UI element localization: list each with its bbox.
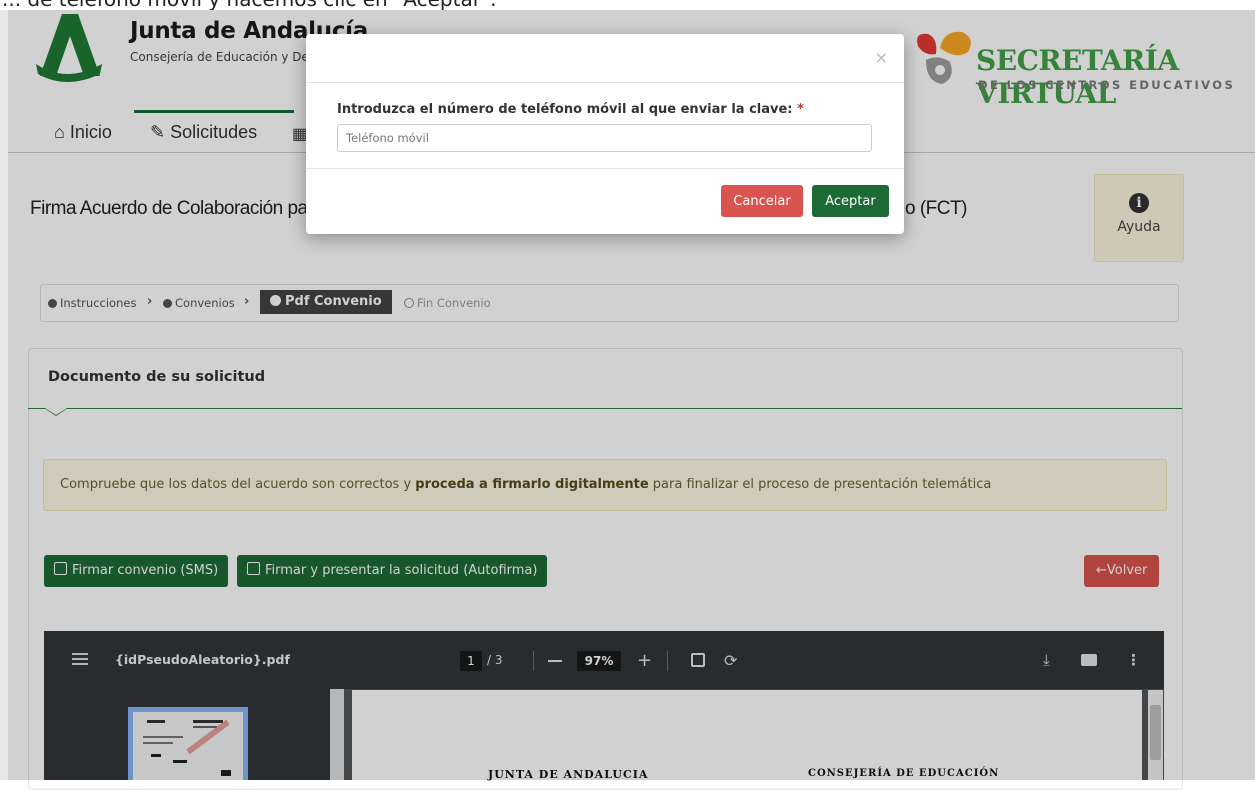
phone-input[interactable] — [337, 124, 872, 152]
modal-footer-divider — [306, 168, 904, 169]
close-icon[interactable]: × — [875, 48, 888, 67]
accept-button[interactable]: Aceptar — [812, 185, 889, 217]
phone-field-label: Introduzca el número de teléfono móvil a… — [337, 102, 804, 117]
instruction-caption: ... de teléfono móvil y hacemos clic en … — [0, 0, 1255, 10]
phone-modal: × Introduzca el número de teléfono móvil… — [306, 34, 904, 234]
left-edge — [0, 10, 8, 780]
cancel-button[interactable]: Cancelar — [721, 185, 803, 217]
modal-header-divider — [306, 82, 904, 83]
required-marker: * — [797, 102, 804, 117]
